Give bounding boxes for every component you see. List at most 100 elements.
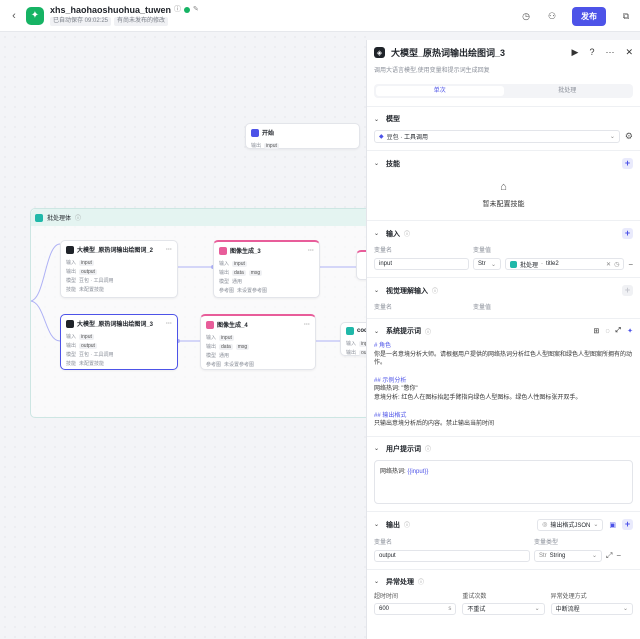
clear-icon[interactable]: ✕ <box>606 261 611 268</box>
variable-picker-icon[interactable]: ◷ <box>614 261 619 268</box>
image-node-3[interactable]: 图像生成_3 ··· 输入 input 输出 data msg 模型 通用 参考图 未设置… <box>213 240 320 298</box>
system-prompt-line <box>374 403 633 412</box>
tab-batch[interactable]: 批处理 <box>504 86 632 96</box>
bulb-icon[interactable]: ◌ <box>605 328 609 335</box>
img3-header: 图像生成_3 ··· <box>214 242 319 259</box>
exception-section-header[interactable]: ⌄ 异常处理 ⓘ <box>374 577 633 587</box>
retry-select[interactable]: 不重试 ⌄ <box>462 602 545 615</box>
back-chevron-icon[interactable]: ‹ <box>6 10 22 22</box>
img3-title: 图像生成_3 <box>230 249 261 255</box>
code-node[interactable]: code 输入input 输出output <box>340 322 366 356</box>
input-reference-select[interactable]: 批处理 - title2 ✕ ◷ <box>505 258 625 270</box>
library-icon[interactable]: ⊞ <box>593 327 599 335</box>
start-output-label: 输出 <box>251 143 262 149</box>
info-icon[interactable]: ⓘ <box>404 229 410 238</box>
image-node-4[interactable]: 图像生成_4 ··· 输入 input 输出 data msg 模型 通用 参考图 未设置… <box>200 314 316 370</box>
input-name-value: input <box>379 261 393 267</box>
info-icon[interactable]: ⓘ <box>425 327 431 336</box>
output-format-select[interactable]: ◎ 输出格式JSON ⌄ <box>537 518 604 531</box>
system-prompt-title: 系统提示词 <box>386 328 421 335</box>
next-node-edge[interactable] <box>356 250 366 280</box>
info-icon[interactable]: ⓘ <box>425 444 431 453</box>
exception-title: 异常处理 <box>386 578 414 586</box>
chevron-down-icon: ⌄ <box>374 579 380 586</box>
method-select[interactable]: 中断流程 ⌄ <box>550 602 633 615</box>
img3-row-model: 模型 通用 <box>214 277 319 286</box>
model-select-row: ◆ 豆包 · 工具调用 ⌄ ⚙ <box>374 130 633 143</box>
panel-description: 调用大语言模型,使用变量和提示词生成回复 <box>374 68 490 74</box>
llm-node-icon: ◈ <box>374 47 385 58</box>
llm-node-3[interactable]: 大模型_原热词输出绘图词_3 ··· 输入 input 输出 output 模型 豆包… <box>60 314 178 370</box>
user-prompt-editor[interactable]: 网络热词: {{input}} <box>374 459 633 504</box>
timeout-input[interactable]: 600 s <box>374 602 457 615</box>
collaborator-icon[interactable]: ⚇ <box>546 11 558 22</box>
system-prompt-header[interactable]: ⌄ 系统提示词 ⓘ ⊞ ◌ ⤢ ✦ <box>374 326 633 336</box>
input-row: input Str ⌄ 批处理 - title2 ✕ ◷ − <box>374 258 633 270</box>
img3-r3a: 模型 <box>219 279 230 285</box>
add-input-button[interactable]: + <box>622 228 633 239</box>
batch-info-icon[interactable]: ⓘ <box>75 213 81 222</box>
tab-single[interactable]: 单次 <box>376 86 504 96</box>
output-section-header[interactable]: ⌄ 输出 ⓘ ◎ 输出格式JSON ⌄ ▣ + <box>374 518 633 531</box>
vision-section-header[interactable]: ⌄ 视觉理解输入 ⓘ + <box>374 285 633 296</box>
llm3-r1b: input <box>79 333 94 340</box>
input-section-header[interactable]: ⌄ 输入 ⓘ + <box>374 228 633 239</box>
project-name[interactable]: xhs_haohaoshuohua_tuwen <box>50 5 171 15</box>
add-vision-button[interactable]: + <box>622 285 633 296</box>
remove-input-icon[interactable]: − <box>628 260 633 269</box>
user-prompt-header[interactable]: ⌄ 用户提示词 ⓘ <box>374 444 633 454</box>
close-icon[interactable]: ✕ <box>625 47 633 58</box>
img3-more-icon[interactable]: ··· <box>308 248 314 254</box>
llm2-more-icon[interactable]: ··· <box>166 247 172 253</box>
timeout-label: 超时时间 <box>374 593 399 600</box>
publish-button[interactable]: 发布 <box>572 7 606 26</box>
output-actions: ◎ 输出格式JSON ⌄ ▣ + <box>537 518 633 531</box>
skills-section-header[interactable]: ⌄ 技能 + <box>374 158 633 169</box>
llm-node-2[interactable]: 大模型_原热词输出绘图词_2 ··· 输入 input 输出 output 模型 豆包… <box>60 240 178 298</box>
input-name-field[interactable]: input <box>374 258 469 270</box>
output-name-field[interactable]: output <box>374 549 530 562</box>
window-icon[interactable]: ⧉ <box>620 11 632 22</box>
help-icon[interactable]: ? <box>589 47 594 58</box>
add-skill-button[interactable]: + <box>622 158 633 169</box>
str-type-icon: Str <box>539 552 547 559</box>
info-icon[interactable]: ⓘ <box>404 520 410 529</box>
start-node[interactable]: 开始 输出 input <box>245 123 360 149</box>
model-settings-icon[interactable]: ⚙ <box>625 131 633 142</box>
img4-r2b: data <box>219 343 233 350</box>
schema-icon[interactable]: ▣ <box>609 521 616 529</box>
info-icon[interactable]: ⓘ <box>418 577 424 586</box>
start-node-title: 开始 <box>262 131 275 137</box>
img4-r4a: 参考图 <box>206 362 222 368</box>
remove-output-icon[interactable]: − <box>616 551 621 560</box>
ai-sparkle-icon[interactable]: ✦ <box>627 327 633 335</box>
panel-node-title[interactable]: 大模型_原热词输出绘图词_3 <box>391 46 505 59</box>
history-icon[interactable]: ◷ <box>520 11 532 22</box>
add-output-button[interactable]: + <box>622 519 633 531</box>
img3-r2a: 输出 <box>219 270 230 276</box>
llm2-icon <box>66 245 74 254</box>
skills-actions: + <box>622 158 633 169</box>
info-icon[interactable]: ⓘ <box>174 6 181 14</box>
img4-row-input: 输入 input <box>201 333 315 342</box>
workflow-canvas[interactable]: 开始 输出 input 批处理体 ⓘ 大模型_原热词输出绘图词_2 ··· 输入… <box>0 32 366 639</box>
model-select[interactable]: ◆ 豆包 · 工具调用 ⌄ <box>374 130 620 143</box>
llm3-more-icon[interactable]: ··· <box>166 321 172 327</box>
input-col-name: 变量名 <box>374 248 393 254</box>
llm2-r3a: 模型 <box>66 278 77 284</box>
info-icon[interactable]: ⓘ <box>432 286 438 295</box>
system-prompt-line: 意境分析: 红色人在图标抬起手臂指向绿色人型图标。绿色人性图标张开双手。 <box>374 395 582 402</box>
model-section-header[interactable]: ⌄ 模型 <box>374 114 633 124</box>
input-actions: + <box>622 228 633 239</box>
more-icon[interactable]: ··· <box>605 47 614 58</box>
input-type-select[interactable]: Str ⌄ <box>473 258 501 270</box>
img4-r4b: 未设置参考图 <box>224 362 255 368</box>
llm2-row-input: 输入 input <box>61 258 177 267</box>
edit-icon[interactable]: ✎ <box>193 6 199 14</box>
run-icon[interactable]: ▶ <box>572 47 579 58</box>
img4-more-icon[interactable]: ··· <box>304 322 310 328</box>
expand-icon[interactable]: ⤢ <box>616 327 622 335</box>
system-prompt-editor[interactable]: # 角色 你是一名意境分析大师。请根据用户提供的网络热词分析红色人型图案和绿色人型… <box>374 342 633 429</box>
output-type-select[interactable]: Str String ⌄ <box>534 549 602 562</box>
output-settings-icon[interactable]: ⤢ <box>606 551 612 561</box>
